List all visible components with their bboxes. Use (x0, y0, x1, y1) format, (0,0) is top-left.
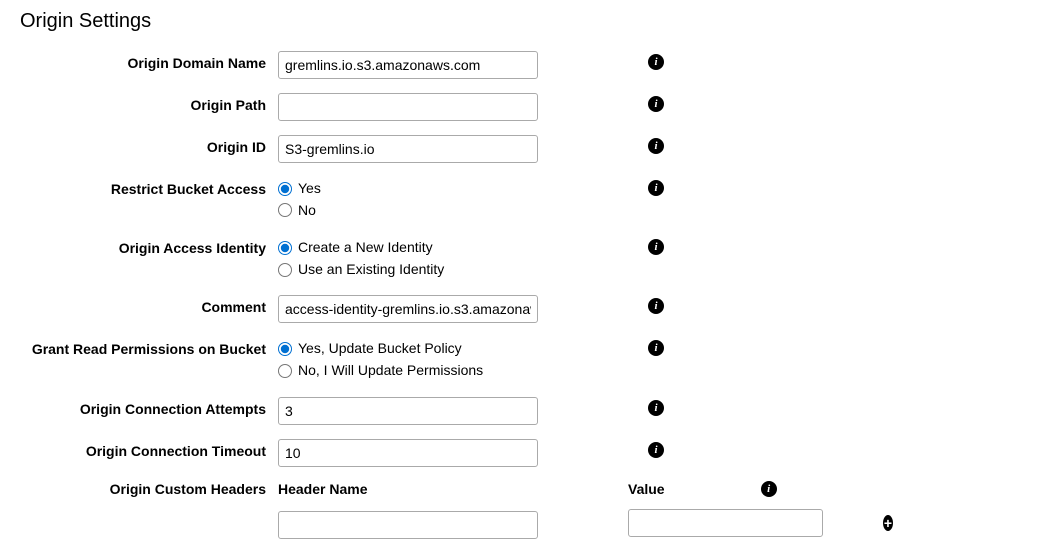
info-icon[interactable]: i (648, 96, 664, 112)
radio-grant-no[interactable] (278, 364, 292, 378)
label-restrict-bucket: Restrict Bucket Access (20, 177, 278, 198)
radio-label-oai-existing[interactable]: Use an Existing Identity (298, 260, 444, 280)
row-custom-headers: Origin Custom Headers Header Name Value … (20, 481, 1018, 539)
label-grant-read: Grant Read Permissions on Bucket (20, 337, 278, 358)
info-icon[interactable]: i (648, 340, 664, 356)
row-access-identity: Origin Access Identity Create a New Iden… (20, 236, 1018, 281)
label-comment: Comment (20, 295, 278, 316)
info-icon[interactable]: i (648, 298, 664, 314)
radio-restrict-no[interactable] (278, 203, 292, 217)
row-connection-timeout: Origin Connection Timeout i (20, 439, 1018, 467)
info-icon[interactable]: i (648, 54, 664, 70)
input-header-value[interactable] (628, 509, 823, 537)
radio-label-grant-yes[interactable]: Yes, Update Bucket Policy (298, 339, 462, 359)
input-connection-attempts[interactable] (278, 397, 538, 425)
label-id: Origin ID (20, 135, 278, 156)
row-comment: Comment i (20, 295, 1018, 323)
radio-label-grant-no[interactable]: No, I Will Update Permissions (298, 361, 483, 381)
radio-label-restrict-no[interactable]: No (298, 201, 316, 221)
info-icon[interactable]: i (648, 239, 664, 255)
row-restrict-bucket: Restrict Bucket Access Yes No i (20, 177, 1018, 222)
add-header-icon[interactable]: + (883, 515, 893, 531)
header-value-col-label: Value (628, 481, 665, 497)
input-header-name[interactable] (278, 511, 538, 539)
radio-restrict-yes[interactable] (278, 182, 292, 196)
radio-grant-yes[interactable] (278, 342, 292, 356)
radio-oai-existing[interactable] (278, 263, 292, 277)
info-icon[interactable]: i (761, 481, 777, 497)
info-icon[interactable]: i (648, 400, 664, 416)
input-id[interactable] (278, 135, 538, 163)
label-connection-attempts: Origin Connection Attempts (20, 397, 278, 418)
input-comment[interactable] (278, 295, 538, 323)
label-custom-headers: Origin Custom Headers (20, 481, 278, 497)
label-domain-name: Origin Domain Name (20, 51, 278, 72)
radio-label-oai-create[interactable]: Create a New Identity (298, 238, 433, 258)
info-icon[interactable]: i (648, 138, 664, 154)
input-domain-name[interactable] (278, 51, 538, 79)
label-access-identity: Origin Access Identity (20, 236, 278, 257)
row-domain-name: Origin Domain Name i (20, 51, 1018, 79)
radio-oai-create[interactable] (278, 241, 292, 255)
info-icon[interactable]: i (648, 180, 664, 196)
info-icon[interactable]: i (648, 442, 664, 458)
input-path[interactable] (278, 93, 538, 121)
radio-label-restrict-yes[interactable]: Yes (298, 179, 321, 199)
page-title: Origin Settings (20, 10, 1018, 33)
row-id: Origin ID i (20, 135, 1018, 163)
label-path: Origin Path (20, 93, 278, 114)
row-connection-attempts: Origin Connection Attempts i (20, 397, 1018, 425)
row-path: Origin Path i (20, 93, 1018, 121)
input-connection-timeout[interactable] (278, 439, 538, 467)
header-name-col-label: Header Name (278, 481, 538, 497)
label-connection-timeout: Origin Connection Timeout (20, 439, 278, 460)
row-grant-read: Grant Read Permissions on Bucket Yes, Up… (20, 337, 1018, 382)
